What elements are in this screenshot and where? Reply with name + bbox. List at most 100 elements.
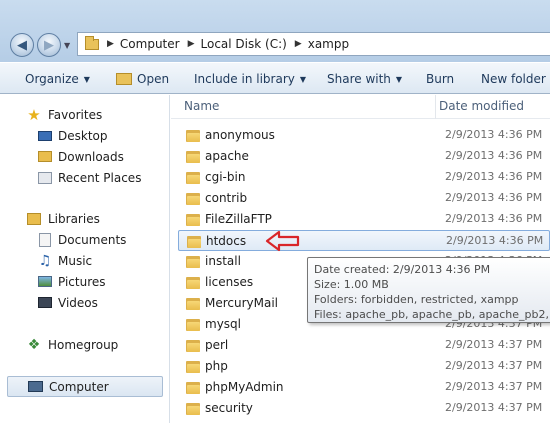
folder-icon — [85, 35, 99, 50]
file-date-modified: 2/9/2013 4:36 PM — [445, 128, 543, 141]
breadcrumb-separator-icon[interactable]: ▶ — [295, 39, 302, 49]
nav-favorites-label: Favorites — [48, 107, 103, 122]
red-arrow-annotation-icon — [265, 230, 300, 252]
open-label: Open — [137, 72, 170, 86]
nav-music[interactable]: ♫ Music — [0, 250, 168, 271]
file-date-modified: 2/9/2013 4:36 PM — [445, 191, 543, 204]
videos-icon — [37, 295, 53, 311]
folder-icon — [186, 276, 200, 289]
nav-music-label: Music — [58, 253, 93, 268]
organize-label: Organize — [25, 72, 79, 86]
nav-desktop[interactable]: Desktop — [0, 125, 168, 146]
file-name: install — [205, 254, 241, 268]
nav-computer[interactable]: Computer — [7, 376, 163, 397]
file-date-modified: 2/9/2013 4:37 PM — [445, 359, 543, 372]
file-row[interactable]: contrib 2/9/2013 4:36 PM — [178, 188, 550, 209]
nav-homegroup-label: Homegroup — [48, 337, 119, 352]
new-folder-label: New folder — [481, 72, 546, 86]
chevron-down-icon: ▼ — [395, 74, 403, 84]
file-name: FileZillaFTP — [205, 212, 272, 226]
column-date-modified[interactable]: Date modified — [439, 99, 524, 113]
file-row[interactable]: anonymous 2/9/2013 4:36 PM — [178, 125, 550, 146]
forward-button[interactable]: ▶ — [37, 33, 61, 57]
file-date-modified: 2/9/2013 4:36 PM — [445, 149, 543, 162]
file-date-modified: 2/9/2013 4:37 PM — [445, 338, 543, 351]
folder-icon — [186, 318, 200, 331]
file-name: php — [205, 359, 228, 373]
command-bar: Organize ▼ Open Include in library ▼ Sha… — [0, 62, 550, 94]
breadcrumb-computer[interactable]: Computer — [120, 37, 180, 51]
file-name: contrib — [205, 191, 248, 205]
nav-downloads[interactable]: Downloads — [0, 146, 168, 167]
nav-videos[interactable]: Videos — [0, 292, 168, 313]
file-name: phpMyAdmin — [205, 380, 284, 394]
file-row[interactable]: htdocs 2/9/2013 4:36 PM — [178, 230, 550, 251]
forward-arrow-icon: ▶ — [44, 37, 54, 53]
nav-documents-label: Documents — [58, 232, 127, 247]
folder-icon — [186, 192, 200, 205]
folder-icon — [187, 235, 201, 248]
navigation-pane: ★ Favorites Desktop Downloads Recent Pla… — [0, 95, 170, 423]
share-label: Share with — [327, 72, 391, 86]
file-name: licenses — [205, 275, 254, 289]
nav-favorites[interactable]: ★ Favorites — [0, 104, 168, 125]
nav-computer-label: Computer — [49, 379, 109, 394]
file-name: cgi-bin — [205, 170, 246, 184]
breadcrumb-local-disk[interactable]: Local Disk (C:) — [201, 37, 287, 51]
file-name: apache — [205, 149, 249, 163]
file-row[interactable]: php 2/9/2013 4:37 PM — [178, 356, 550, 377]
breadcrumb-separator-icon[interactable]: ▶ — [107, 39, 114, 49]
pictures-icon — [37, 274, 53, 290]
tooltip-size: Size: 1.00 MB — [314, 278, 389, 291]
open-button[interactable]: Open — [116, 63, 169, 95]
nav-pictures[interactable]: Pictures — [0, 271, 168, 292]
folder-icon — [186, 297, 200, 310]
nav-pictures-label: Pictures — [58, 274, 106, 289]
tooltip-date-created: Date created: 2/9/2013 4:36 PM — [314, 263, 491, 276]
organize-button[interactable]: Organize ▼ — [25, 63, 90, 95]
file-row[interactable]: FileZillaFTP 2/9/2013 4:36 PM — [178, 209, 550, 230]
folder-icon — [186, 171, 200, 184]
file-row[interactable]: cgi-bin 2/9/2013 4:36 PM — [178, 167, 550, 188]
file-date-modified: 2/9/2013 4:37 PM — [445, 401, 543, 414]
star-icon: ★ — [27, 105, 41, 124]
column-divider[interactable] — [435, 95, 436, 119]
tooltip-folders: Folders: forbidden, restricted, xampp — [314, 293, 519, 306]
address-bar[interactable]: ▶ Computer ▶ Local Disk (C:) ▶ xampp — [77, 32, 550, 56]
documents-icon — [37, 232, 53, 248]
file-date-modified: 2/9/2013 4:37 PM — [445, 380, 543, 393]
folder-icon — [186, 339, 200, 352]
back-arrow-icon: ◀ — [17, 37, 27, 53]
nav-documents[interactable]: Documents — [0, 229, 168, 250]
nav-desktop-label: Desktop — [58, 128, 108, 143]
music-note-icon: ♫ — [38, 252, 52, 269]
file-row[interactable]: apache 2/9/2013 4:36 PM — [178, 146, 550, 167]
folder-icon — [186, 150, 200, 163]
nav-recent-places[interactable]: Recent Places — [0, 167, 168, 188]
file-row[interactable]: phpMyAdmin 2/9/2013 4:37 PM — [178, 377, 550, 398]
column-header: Name Date modified — [171, 95, 550, 119]
new-folder-button[interactable]: New folder — [481, 63, 546, 95]
share-with-button[interactable]: Share with ▼ — [327, 63, 402, 95]
file-name: MercuryMail — [205, 296, 279, 310]
file-row[interactable]: perl 2/9/2013 4:37 PM — [178, 335, 550, 356]
breadcrumb-xampp[interactable]: xampp — [308, 37, 349, 51]
file-name: security — [205, 401, 253, 415]
file-date-modified: 2/9/2013 4:36 PM — [445, 170, 543, 183]
desktop-icon — [37, 128, 53, 144]
include-in-library-button[interactable]: Include in library ▼ — [194, 63, 306, 95]
file-name: htdocs — [206, 234, 247, 248]
back-button[interactable]: ◀ — [10, 33, 34, 57]
column-name[interactable]: Name — [184, 99, 219, 113]
nav-homegroup[interactable]: ❖ Homegroup — [0, 334, 168, 355]
recent-pages-dropdown-icon[interactable]: ▼ — [64, 41, 70, 50]
file-name: perl — [205, 338, 229, 352]
nav-libraries[interactable]: Libraries — [0, 208, 168, 229]
file-row[interactable]: security 2/9/2013 4:37 PM — [178, 398, 550, 419]
folder-icon — [186, 402, 200, 415]
nav-libraries-label: Libraries — [48, 211, 100, 226]
folder-icon — [186, 255, 200, 268]
burn-label: Burn — [426, 72, 455, 86]
breadcrumb-separator-icon[interactable]: ▶ — [188, 39, 195, 49]
burn-button[interactable]: Burn — [426, 63, 454, 95]
